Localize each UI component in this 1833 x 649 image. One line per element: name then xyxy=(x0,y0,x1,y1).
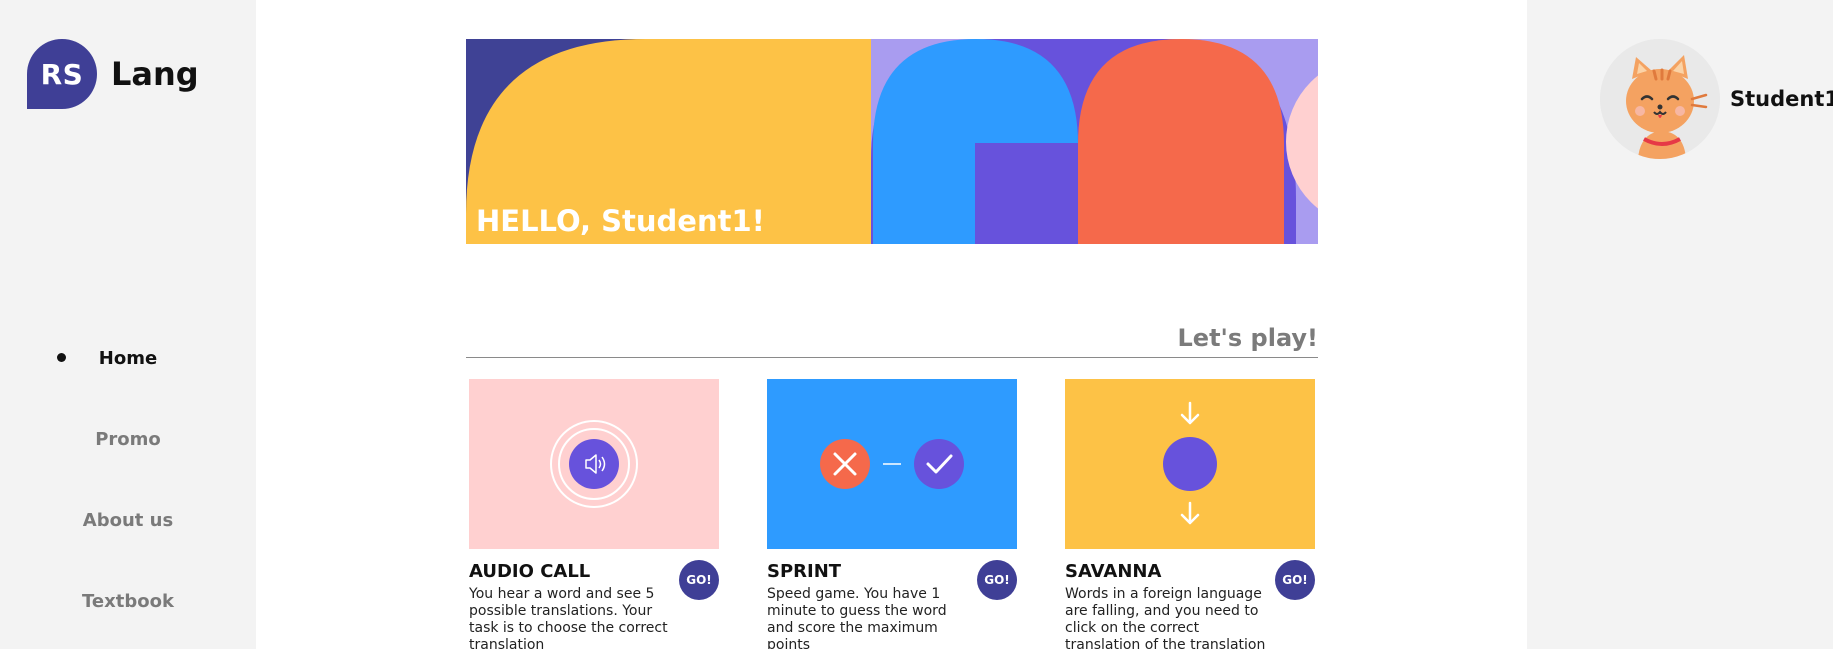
nav-item-label: Promo xyxy=(95,428,161,450)
main-nav: Home Promo About us Textbook xyxy=(0,318,256,642)
go-button[interactable]: GO! xyxy=(977,560,1017,600)
active-dot-icon xyxy=(57,352,66,362)
games-section-header: Let's play! xyxy=(466,318,1318,358)
sidebar: RS Lang Home Promo About us Textbook xyxy=(0,0,256,649)
nav-item-home[interactable]: Home xyxy=(0,318,256,399)
game-description: Speed game. You have 1 minute to guess t… xyxy=(767,586,947,649)
cross-check-icon xyxy=(820,439,964,489)
falling-circle-icon xyxy=(1163,401,1217,525)
nav-item-about-us[interactable]: About us xyxy=(0,480,256,561)
cat-avatar-icon xyxy=(1600,39,1720,159)
banner-greeting: HELLO, Student1! xyxy=(476,204,765,238)
game-description: Words in a foreign language are falling,… xyxy=(1065,586,1266,649)
game-title: SPRINT xyxy=(767,561,842,582)
game-card-savanna[interactable]: SAVANNA GO! Words in a foreign language … xyxy=(1065,379,1315,649)
logo[interactable]: RS Lang xyxy=(27,39,199,109)
game-description: You hear a word and see 5 possible trans… xyxy=(469,586,668,649)
section-title: Let's play! xyxy=(1177,324,1318,352)
nav-item-textbook[interactable]: Textbook xyxy=(0,561,256,642)
game-card-sprint[interactable]: SPRINT GO! Speed game. You have 1 minute… xyxy=(767,379,1017,649)
nav-item-label: Textbook xyxy=(82,590,174,612)
nav-item-label: Home xyxy=(98,347,158,369)
game-title: AUDIO CALL xyxy=(469,561,591,582)
game-title: SAVANNA xyxy=(1065,561,1162,582)
nav-item-promo[interactable]: Promo xyxy=(0,399,256,480)
game-card-image[interactable] xyxy=(469,379,719,549)
user-panel: Student1 xyxy=(1527,0,1833,649)
user-profile[interactable]: Student1 xyxy=(1600,39,1833,159)
go-button[interactable]: GO! xyxy=(1275,560,1315,600)
speaker-icon xyxy=(550,420,638,508)
user-name: Student1 xyxy=(1730,87,1833,111)
logo-text: Lang xyxy=(111,55,199,93)
logo-badge: RS xyxy=(27,39,97,109)
game-card-image[interactable] xyxy=(1065,379,1315,549)
game-card-image[interactable] xyxy=(767,379,1017,549)
nav-item-label: About us xyxy=(82,509,174,531)
game-card-audio-call[interactable]: AUDIO CALL GO! You hear a word and see 5… xyxy=(469,379,719,649)
welcome-banner: HELLO, Student1! xyxy=(466,39,1318,244)
go-button[interactable]: GO! xyxy=(679,560,719,600)
avatar[interactable] xyxy=(1600,39,1720,159)
